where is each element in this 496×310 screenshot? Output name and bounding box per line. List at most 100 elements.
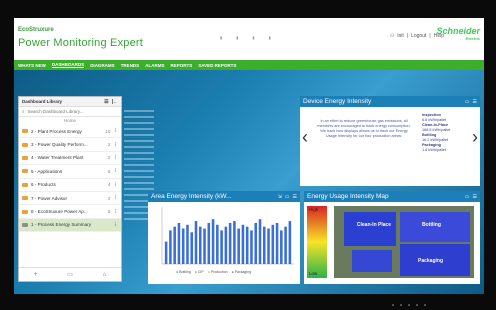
library-item[interactable]: 8 - EcoStruxure Power Ap... 5 ⋮ [19, 205, 121, 219]
more-icon[interactable]: ⋮ [113, 222, 118, 228]
panel-header: Energy Usage Intensity Map ▭ ☰ [304, 191, 480, 202]
chart-bar [224, 226, 228, 264]
panel-title: Device Energy Intensity [303, 98, 372, 105]
library-item-count: 5 [107, 209, 111, 215]
map-zone-clean-in-place[interactable] [344, 212, 396, 246]
chart-bar [271, 224, 275, 264]
nav-diagrams[interactable]: DIAGRAMS [90, 63, 115, 68]
chart-bar [262, 226, 266, 264]
library-item[interactable]: 6 - Products 4 ⋮ [19, 179, 121, 192]
window-icon[interactable]: ▭ [465, 194, 470, 200]
folder-icon [22, 182, 28, 187]
monitor-button [416, 304, 418, 306]
device-values-list: Inspection 6.6 kWh/pallet Clean-In-Place 1… [422, 113, 468, 153]
eui-map-body: High Low Clean-In Place Bottling Packagi… [304, 202, 480, 284]
nav-whats-new[interactable]: WHATS NEW [18, 63, 46, 68]
menu-icon[interactable]: ☰ [473, 194, 477, 200]
dashboard-icon [22, 222, 28, 227]
legend-label: Bottling [179, 270, 191, 274]
chevron-left-icon[interactable]: ‹ [302, 127, 308, 148]
dashboard-library: Dashboard Library ☰ |← ⌕ Search Dashboar… [18, 96, 122, 282]
more-icon[interactable]: ⋮ [113, 128, 118, 134]
library-item[interactable]: 4 - Water Treatment Plant 2 ⋮ [19, 152, 121, 166]
device-row-name: Bottling [422, 133, 437, 137]
library-item-label: 8 - EcoStruxure Power Ap... [31, 209, 88, 215]
logout-link[interactable]: Logout [411, 33, 426, 39]
window-icon[interactable]: ▭ [465, 99, 470, 105]
home-icon[interactable]: ⌂ [102, 272, 106, 278]
device-row-name: Clean-In-Place [422, 123, 449, 127]
brand-small: EcoStruxure [18, 27, 54, 33]
chart-bar [241, 224, 245, 264]
library-search[interactable]: ⌕ Search Dashboard Library... [19, 107, 121, 117]
more-icon[interactable]: ⋮ [113, 182, 118, 188]
chart-bar [177, 222, 181, 264]
chart-bar [190, 232, 194, 264]
monitor-button [424, 304, 426, 306]
area-chart-body: ● Bottling ● CIP ● Production ● Packagin… [148, 202, 300, 284]
chart-bar [207, 222, 211, 264]
device-row-value: 6.6 kWh/pallet [422, 118, 447, 122]
search-icon: ⌕ [22, 109, 25, 114]
more-icon[interactable]: ⋮ [113, 209, 118, 215]
nav-trends[interactable]: TRENDS [121, 63, 140, 68]
chevron-right-icon[interactable]: › [472, 127, 478, 148]
legend-low: Low [309, 271, 318, 276]
search-input[interactable]: Search Dashboard Library... [28, 109, 84, 114]
logo-sub: Electric [465, 36, 480, 41]
map-label: Packaging [418, 258, 444, 264]
application-window: EcoStruxure Power Monitoring Expert ▮ ▮ … [14, 18, 484, 294]
library-root[interactable]: Home [19, 117, 121, 125]
export-icon[interactable]: ⇲ [278, 194, 282, 200]
chart-bar [284, 226, 287, 264]
folder-add-icon[interactable]: ▭ [67, 271, 73, 278]
more-icon[interactable]: ⋮ [113, 168, 118, 174]
app-header: EcoStruxure Power Monitoring Expert ▮ ▮ … [14, 18, 484, 60]
library-item-selected[interactable]: 1 - Process Energy Summary ⋮ [19, 218, 121, 233]
legend-item: ● Packaging [231, 270, 252, 274]
menu-icon[interactable]: ☰ [293, 194, 297, 200]
library-item-count: 4 [107, 182, 111, 188]
library-item-count: 2 [107, 195, 111, 201]
chart-bar [267, 228, 270, 264]
area-energy-panel: Area Energy Intensity (kW... ⇲ ▭ ☰ ● Bot… [148, 191, 300, 284]
add-icon[interactable]: + [34, 272, 38, 278]
monitor-button [392, 304, 394, 306]
panel-title: Energy Usage Intensity Map [307, 193, 389, 200]
timeline-slider[interactable]: ▮ ▮ ▮ ▮ [220, 32, 300, 42]
library-item-label: 1 - Process Energy Summary [31, 222, 91, 228]
nav-saved-reports[interactable]: SAVED REPORTS [198, 63, 236, 68]
more-icon[interactable]: ⋮ [113, 155, 118, 161]
chart-bar [258, 219, 262, 264]
chart-legend: ● Bottling ● CIP ● Production ● Packagin… [176, 270, 251, 274]
menu-icon[interactable]: ☰ [104, 99, 108, 105]
device-row-name: Packaging [422, 143, 441, 147]
library-item[interactable]: 3 - Power Quality Perform... 2 ⋮ [19, 138, 121, 152]
collapse-icon[interactable]: |← [112, 99, 118, 105]
folder-icon [22, 209, 28, 214]
map-zone-secondary[interactable] [352, 250, 392, 272]
more-icon[interactable]: ⋮ [113, 142, 118, 148]
library-item[interactable]: 5 - Applications 8 ⋮ [19, 165, 121, 179]
monitor-buttons [392, 304, 426, 306]
monitor-bezel: EcoStruxure Power Monitoring Expert ▮ ▮ … [0, 0, 496, 310]
device-row-value: 1.6 kWh/pallet [422, 148, 447, 152]
nav-reports[interactable]: REPORTS [170, 63, 192, 68]
more-icon[interactable]: ⋮ [113, 195, 118, 201]
separator: | [429, 33, 431, 39]
folder-icon [22, 169, 28, 174]
username-link[interactable]: init [397, 33, 403, 39]
menu-icon[interactable]: ☰ [473, 99, 477, 105]
library-footer: + ▭ ⌂ [19, 267, 121, 281]
nav-dashboards[interactable]: DASHBOARDS [51, 62, 85, 68]
chart-bar [237, 228, 240, 264]
nav-alarms[interactable]: ALARMS [145, 63, 164, 68]
library-item[interactable]: 7 - Power Advisor 2 ⋮ [19, 192, 121, 206]
map-label: Clean-In Place [356, 222, 392, 228]
window-icon[interactable]: ▭ [285, 194, 290, 200]
library-item[interactable]: 2 - Plant Process Energy 10 ⋮ [19, 125, 121, 139]
legend-item: ● CIP [194, 270, 204, 274]
legend-item: ● Bottling [176, 270, 191, 274]
monitor-button [408, 304, 410, 306]
library-item-label: 2 - Plant Process Energy [31, 128, 82, 134]
